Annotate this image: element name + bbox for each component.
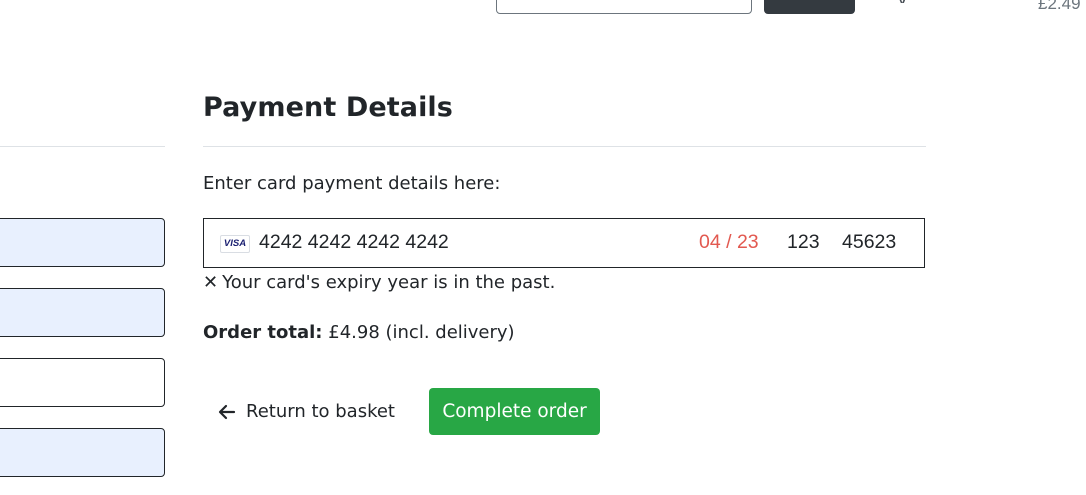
card-error-text: Your card's expiry year is in the past. <box>222 272 556 293</box>
top-submit-button[interactable] <box>764 0 855 14</box>
card-number-input[interactable]: 4242 4242 4242 4242 <box>259 231 449 254</box>
visa-icon: VISA <box>220 235 250 253</box>
card-details-field[interactable]: VISA 4242 4242 4242 4242 04 / 23 123 456… <box>203 218 925 268</box>
order-total-value: £4.98 (incl. delivery) <box>328 322 515 343</box>
left-section-divider <box>0 146 165 147</box>
card-expiry-input[interactable]: 04 / 23 <box>699 231 759 254</box>
top-cutoff-text: y <box>897 0 905 3</box>
left-form-field-4[interactable] <box>0 428 165 477</box>
arrow-left-icon <box>218 404 236 419</box>
card-error-message: ✕ Your card's expiry year is in the past. <box>203 272 555 293</box>
left-form-field-1[interactable] <box>0 218 165 267</box>
payment-heading-divider <box>203 146 926 147</box>
complete-order-button[interactable]: Complete order <box>429 388 600 435</box>
top-search-input[interactable] <box>496 0 752 14</box>
left-form-field-2[interactable] <box>0 288 165 337</box>
top-item-price: £2.49 <box>1038 0 1081 13</box>
card-postal-code-input[interactable]: 45623 <box>842 231 896 254</box>
close-icon: ✕ <box>203 272 219 293</box>
card-cvc-input[interactable]: 123 <box>787 231 820 254</box>
payment-intro-text: Enter card payment details here: <box>203 173 501 194</box>
return-to-basket-link[interactable]: Return to basket <box>203 388 409 435</box>
order-total-label: Order total: <box>203 322 323 343</box>
left-form-field-3[interactable] <box>0 358 165 407</box>
order-total: Order total: £4.98 (incl. delivery) <box>203 322 515 343</box>
return-to-basket-label: Return to basket <box>246 401 395 422</box>
payment-heading: Payment Details <box>203 92 453 123</box>
